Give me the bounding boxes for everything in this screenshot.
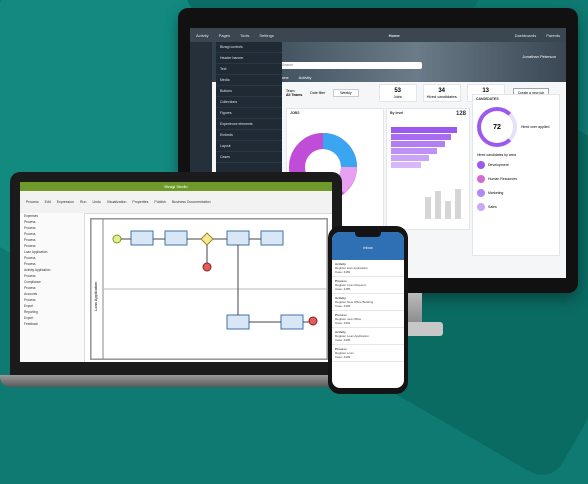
- page-title: Home: [388, 32, 400, 38]
- ribbon-item[interactable]: Run: [80, 200, 86, 204]
- stat-card: 34 Hired candidates: [422, 84, 461, 102]
- laptop-ribbon: Process Edit Expression Run Undo Visuali…: [20, 191, 332, 214]
- topbar-item[interactable]: Settings: [259, 33, 273, 38]
- desktop-topbar: Activity Pages Tools Settings Home Dashb…: [190, 28, 566, 42]
- tree-item[interactable]: Feedback: [20, 321, 84, 327]
- ribbon-item[interactable]: Business Documentation: [172, 200, 211, 204]
- item-case: Case: 4495: [335, 338, 351, 342]
- filter-date-select[interactable]: Weekly: [333, 89, 359, 97]
- by-level-value: 128: [455, 111, 466, 117]
- area-label: Sales: [488, 205, 497, 209]
- ribbon-item[interactable]: Process: [26, 200, 39, 204]
- list-item[interactable]: Process Register new Office Case: 4491: [332, 311, 404, 328]
- phone-screen: Inbox Activity Register loan application C…: [332, 232, 404, 388]
- phone-notch: [355, 232, 381, 237]
- stat-label: Jobs: [393, 93, 402, 99]
- list-item[interactable]: Activity Register Loan Application Case: 4…: [332, 328, 404, 345]
- topbar-item[interactable]: Pages: [219, 33, 230, 38]
- laptop-screen: Bizagi Studio Process Edit Expression Ru…: [20, 182, 332, 362]
- bpmn-canvas: Loan Application: [90, 218, 328, 360]
- item-case: Case: 4490: [335, 304, 351, 308]
- menu-item[interactable]: Text: [216, 64, 282, 75]
- ribbon-item[interactable]: Publish: [154, 200, 165, 204]
- filter-teams-value[interactable]: All Teams: [286, 93, 302, 97]
- topbar-item[interactable]: Dashboards: [515, 33, 537, 38]
- item-case: Case: 4491: [335, 321, 351, 325]
- bar-chart: [391, 127, 461, 219]
- area-icon: [477, 203, 485, 211]
- tab-activity[interactable]: Activity: [299, 75, 312, 80]
- list-item[interactable]: Activity Register New Office Building Case…: [332, 294, 404, 311]
- phone-header: Inbox: [332, 232, 404, 260]
- ribbon-item[interactable]: Properties: [132, 200, 148, 204]
- laptop-base: [0, 375, 352, 387]
- stat-card: 53 Jobs: [378, 84, 417, 102]
- candidates-title: CANDIDATES: [476, 97, 499, 101]
- filter-date-label: Date filter: [310, 91, 326, 95]
- candidates-panel: CANDIDATES 72 Hired over applied Hired c…: [472, 94, 560, 256]
- area-label: Marketing: [488, 191, 504, 195]
- area-label: Human Resources: [488, 177, 517, 181]
- pool-label: Loan Application: [93, 282, 98, 311]
- areas-title: Hired candidates by area: [477, 153, 516, 157]
- ribbon-item[interactable]: Edit: [45, 200, 51, 204]
- phone-title: Inbox: [363, 245, 373, 250]
- list-item[interactable]: Process Register Loan Case: 4499: [332, 345, 404, 362]
- menu-item[interactable]: Bizagi controls: [216, 42, 282, 53]
- topbar-item[interactable]: Tools: [240, 33, 249, 38]
- by-level-panel: By level 128: [386, 108, 470, 230]
- phone: Inbox Activity Register loan application C…: [328, 226, 408, 394]
- laptop-title-bar: Bizagi Studio: [20, 182, 332, 191]
- item-case: Case: 4499: [335, 355, 351, 359]
- topbar-item[interactable]: Activity: [196, 33, 209, 38]
- menu-item[interactable]: Collections: [216, 97, 282, 108]
- menu-item[interactable]: Buttons: [216, 86, 282, 97]
- ribbon-item[interactable]: Expression: [57, 200, 74, 204]
- menu-item[interactable]: Layout: [216, 141, 282, 152]
- topbar-item[interactable]: Parents: [546, 33, 560, 38]
- laptop: Bizagi Studio Process Edit Expression Ru…: [10, 172, 342, 382]
- inbox-list: Activity Register loan application Case: 4…: [332, 260, 404, 362]
- area-icon: [477, 189, 485, 197]
- menu-item[interactable]: Cases: [216, 152, 282, 163]
- gauge-label: Hired over applied: [521, 125, 550, 129]
- bpmn-diagram: Loan Application: [90, 218, 328, 360]
- process-tree: Expenses Process Process Process Process…: [20, 213, 85, 362]
- ribbon-item[interactable]: Undo: [92, 200, 100, 204]
- jobs-title: JOBS: [290, 111, 300, 115]
- by-level-title: By level: [390, 111, 404, 115]
- area-icon: [477, 161, 485, 169]
- area-icon: [477, 175, 485, 183]
- search-input[interactable]: Search: [278, 62, 422, 69]
- menu-item[interactable]: Experience elements: [216, 119, 282, 130]
- menu-item[interactable]: Embeds: [216, 130, 282, 141]
- ribbon-item[interactable]: Visualization: [107, 200, 127, 204]
- components-menu: Bizagi controls Header banner Text Media…: [216, 42, 282, 192]
- menu-item[interactable]: Header banner: [216, 53, 282, 64]
- area-label: Development: [488, 163, 509, 167]
- gauge-value: 72: [477, 107, 517, 147]
- list-item[interactable]: Process Register Loan Request Case: 4485: [332, 277, 404, 294]
- item-case: Case: 4485: [335, 287, 351, 291]
- user-name[interactable]: Jonathan Peterson: [522, 54, 556, 59]
- list-item[interactable]: Activity Register loan application Case: 4…: [332, 260, 404, 277]
- menu-item[interactable]: Figures: [216, 108, 282, 119]
- item-case: Case: 4482: [335, 270, 351, 274]
- menu-item[interactable]: Media: [216, 75, 282, 86]
- stat-label: Hired candidates: [426, 93, 457, 99]
